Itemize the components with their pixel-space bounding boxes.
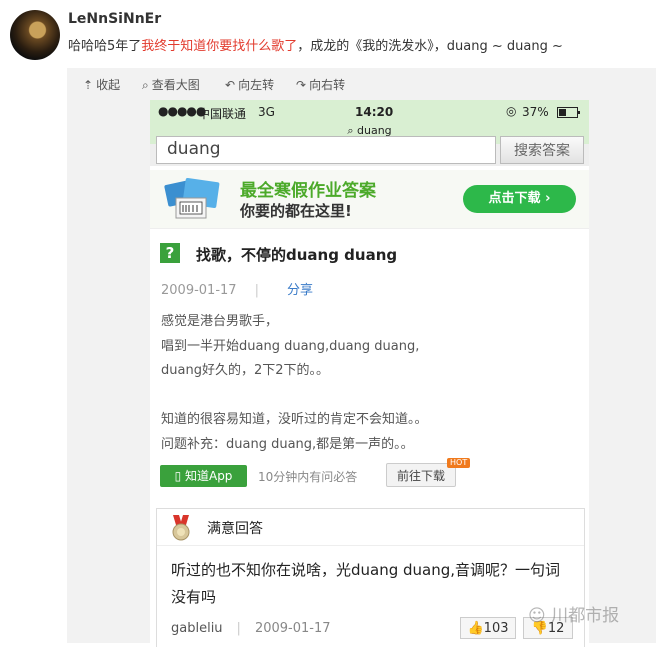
view-large-button[interactable]: ⌕ 查看大图: [142, 76, 200, 93]
post-text-end: ，成龙的《我的洗发水》，duang ~ duang ~: [297, 39, 563, 54]
hot-badge: HOT: [447, 458, 471, 468]
banner-headline: 最全寒假作业答案: [240, 181, 376, 201]
question-line: [161, 384, 428, 409]
search-input[interactable]: duang: [156, 136, 496, 164]
app-promo-text: 10分钟内有问必答: [258, 470, 358, 484]
rotation-lock-icon: ◎: [506, 104, 517, 118]
question-line: duang好久的，2下2下的。。: [161, 363, 329, 378]
question-card: ? 找歌，不停的duang duang 2009-01-17 | 分享 感觉是港台男…: [150, 232, 589, 494]
answer-header: 满意回答: [157, 509, 584, 546]
search-row: duang 搜索答案: [150, 136, 589, 166]
rotate-left-button[interactable]: ↶ 向左转: [225, 76, 274, 93]
magnifier-icon: ⌕: [142, 78, 149, 92]
question-title: 找歌，不停的duang duang: [196, 246, 398, 264]
question-line: 唱到一半开始duang duang,duang duang,: [161, 338, 420, 354]
post-text: 哈哈哈5年了我终于知道你要找什么歌了，成龙的《我的洗发水》，duang ~ du…: [68, 35, 563, 54]
medal-icon: [172, 515, 190, 541]
zhidao-app-badge[interactable]: ▯ 知道App: [160, 465, 247, 487]
divider: |: [236, 621, 241, 636]
battery-percent: 37%: [522, 105, 549, 119]
homework-app-icon: [164, 178, 220, 219]
divider: |: [254, 283, 259, 298]
question-line: 感觉是港台男歌手，: [161, 314, 279, 329]
phone-screenshot[interactable]: ●●●●● 中国联通 3G 14:20 ◎ 37% ⌕ duang duang …: [150, 100, 589, 647]
question-date: 2009-01-17: [161, 283, 237, 298]
rotate-right-button[interactable]: ↷ 向右转: [296, 76, 345, 93]
download-button[interactable]: 点击下载 ›: [463, 185, 576, 213]
rotate-left-icon: ↶: [225, 78, 236, 92]
share-link[interactable]: 分享: [287, 283, 313, 298]
post-text-highlight: 我终于知道你要找什么歌了: [141, 39, 298, 54]
user-avatar[interactable]: [10, 10, 60, 60]
network-type: 3G: [258, 105, 275, 119]
best-answer-card: 满意回答 听过的也不知你在说啥，光duang duang,音调呢？一句词没有吗 …: [156, 508, 585, 647]
thumbs-up-icon: 👍: [467, 621, 484, 636]
go-download-button[interactable]: 前往下载: [386, 463, 456, 487]
battery-icon: [557, 107, 580, 118]
answer-meta: gableliu | 2009-01-17: [171, 621, 331, 636]
question-line: 知道的很容易知道，没听过的肯定不会知道。。: [161, 412, 428, 427]
collapse-button[interactable]: ⇡ 收起: [83, 76, 120, 93]
rotate-right-icon: ↷: [296, 78, 307, 92]
status-time: 14:20: [355, 105, 394, 119]
like-button[interactable]: 👍103: [460, 617, 516, 639]
wechat-icon: ☺: [528, 606, 552, 626]
question-body: 感觉是港台男歌手， 唱到一半开始duang duang,duang duang,…: [161, 310, 428, 457]
username[interactable]: LeNnSiNnEr: [68, 11, 161, 27]
banner-subline: 你要的都在这里!: [240, 202, 352, 220]
question-line: 问题补充：duang duang,都是第一声的。。: [161, 436, 414, 452]
answer-text: 听过的也不知你在说啥，光duang duang,音调呢？一句词没有吗: [171, 561, 561, 606]
phone-icon: ▯: [174, 469, 185, 483]
answer-date: 2009-01-17: [254, 621, 331, 636]
watermark: ☺ 川都市报: [528, 606, 620, 626]
collapse-icon: ⇡: [83, 78, 94, 92]
answer-header-title: 满意回答: [207, 521, 263, 537]
question-meta: 2009-01-17 | 分享: [161, 279, 313, 298]
ad-banner[interactable]: 最全寒假作业答案 你要的都在这里! 点击下载 ›: [150, 170, 589, 229]
post-text-start: 哈哈哈5年了: [68, 39, 142, 54]
search-answer-button[interactable]: 搜索答案: [500, 136, 584, 164]
question-icon: ?: [160, 243, 180, 263]
carrier: 中国联通: [198, 107, 247, 121]
answer-author[interactable]: gableliu: [171, 621, 223, 636]
